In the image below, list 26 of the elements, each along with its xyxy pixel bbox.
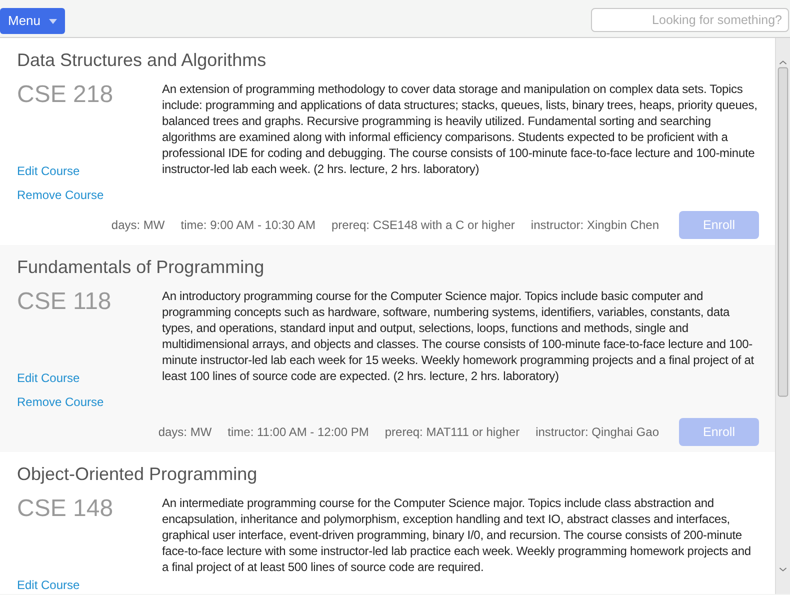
course-link[interactable]: Edit Course <box>17 578 80 592</box>
course-title: Data Structures and Algorithms <box>17 49 268 72</box>
scrollbar-drawing[interactable] <box>775 38 790 594</box>
course-code: CSE 148 <box>17 495 114 523</box>
course-link[interactable]: Edit Course <box>17 164 80 178</box>
course-description: An introductory programming course for the Computer Science major. Topics include basic computer and programming concepts such as hardware, software, numbering systems, identifiers, variables, constants, data types, and operations, standard input and output, selections, loops, functions and methods, single and multidimensional arrays, and objects and classes. The course consists of 100-minute face-to-face lecture and 100-minute instructor-led lab each week for 15 weeks. Weekly homework programming projects and a final project of at least 100 lines of source code are expected. (2 hrs. lecture, 2 hrs. laboratory) <box>162 288 755 385</box>
course-description: An extension of programming methodology to cover data storage and manipulation on complex data sets. Topics include: programming and applications of data structures; stacks, queues, lists, binary trees, heaps, priority queues, balanced trees and graphs. Recursive programming is heavily utilized. Fundamental sorting and searching algorithms are examined along with informal efficiency comparisons. Students expected to be proficient with a professional IDE for coding and debugging. The course consists of 100-minute face-to-face lecture and 100-minute instructor-led lab each week. (2 hrs. lecture, 2 hrs. laboratory) <box>162 81 758 178</box>
course-detail: prereq: CSE148 with a C or higher <box>331 217 515 234</box>
course-detail: instructor: Xingbin Chen <box>530 217 659 234</box>
course-code: CSE 118 <box>17 288 112 316</box>
search-field[interactable]: Looking for something? <box>591 8 789 32</box>
course-detail: days: MW <box>111 217 165 234</box>
course-detail: instructor: Qinghai Gao <box>536 424 659 441</box>
course-detail: time: 9:00 AM - 10:30 AM <box>180 217 316 234</box>
course-link[interactable]: Remove Course <box>17 395 104 409</box>
caret-icon <box>48 18 57 24</box>
course-link[interactable]: Remove Course <box>17 188 104 202</box>
course-title: Fundamentals of Programming <box>17 256 266 279</box>
course-detail: days: MW <box>158 424 212 441</box>
menu-button[interactable]: Menu <box>0 8 65 34</box>
course-description: An intermediate programming course for the Computer Science major. Topics include class abstraction and encapsulation, inheritance and polymorphism, exception handling and text IO, abstract classes and interfaces, graphical user interface, event-driven programming, binary I/0, and recursion. The course consists of 200-minute face-to-face lecture with some instructor-led lab practice each week. Weekly programming homework projects and a final project of at least 500 lines of source code are required. <box>162 495 752 576</box>
course-detail: time: 11:00 AM - 12:00 PM <box>228 424 369 441</box>
course-detail: prereq: MAT111 or higher <box>384 424 520 441</box>
course-title: Object-Oriented Programming <box>17 463 258 486</box>
course-code: CSE 218 <box>17 81 114 109</box>
course-link[interactable]: Edit Course <box>17 371 80 385</box>
